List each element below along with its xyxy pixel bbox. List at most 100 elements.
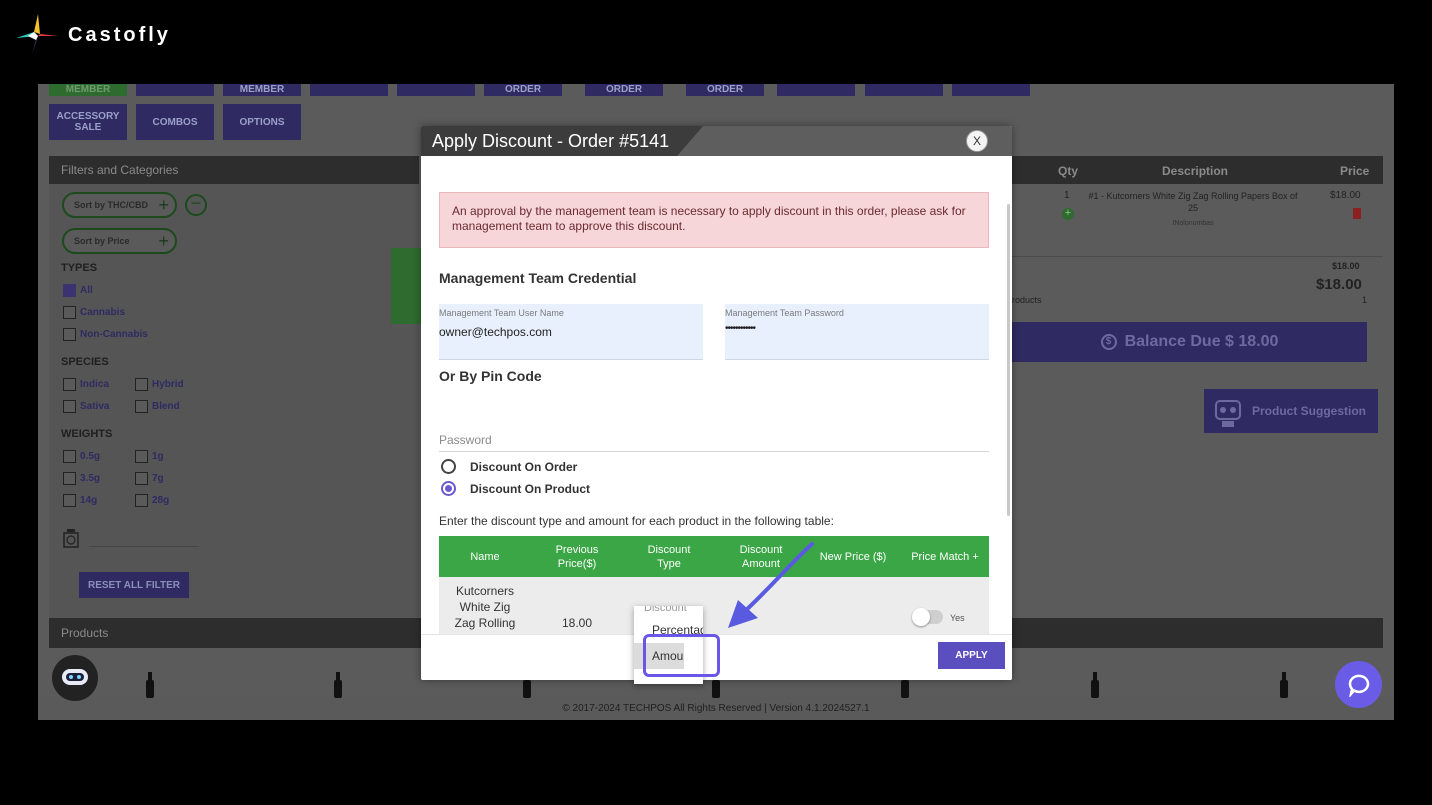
- tile-order-3[interactable]: ORDER: [686, 84, 764, 96]
- highlight-box: [643, 634, 720, 677]
- cart-item-desc: #1 - Kutcorners White Zig Zag Rolling Pa…: [1088, 191, 1298, 213]
- type-non-cannabis-checkbox[interactable]: Non-Cannabis: [63, 328, 148, 341]
- product-suggestion-button[interactable]: Product Suggestion: [1204, 389, 1378, 433]
- toggle-yes-label: Yes: [950, 613, 965, 623]
- weight-checkbox[interactable]: 1g: [135, 450, 164, 463]
- weight-checkbox[interactable]: 0.5g: [63, 450, 100, 463]
- username-label: Management Team User Name: [439, 308, 564, 318]
- weight-label: 14g: [80, 495, 98, 506]
- cart-item-sub: INolonumbas: [1172, 220, 1214, 227]
- th-price-match: Price Match +: [911, 550, 979, 563]
- tile[interactable]: [777, 84, 855, 96]
- discount-on-product-label: Discount On Product: [470, 481, 590, 496]
- table-row: Kutcorners White Zig Zag Rolling 18.00 Y…: [439, 577, 989, 634]
- brand-name: Castofly: [68, 23, 171, 46]
- product-suggestion-label: Product Suggestion: [1252, 404, 1366, 418]
- checkbox-icon: [135, 378, 148, 391]
- product-bottle-icon[interactable]: [333, 672, 343, 698]
- chat-button[interactable]: [1335, 661, 1382, 708]
- subtotal-small: $18.00: [1332, 261, 1360, 271]
- weight-checkbox[interactable]: 28g: [135, 494, 169, 507]
- checkbox-checked-icon: [63, 284, 76, 297]
- product-bottle-icon[interactable]: [1279, 672, 1289, 698]
- col-qty: Qty: [1058, 164, 1079, 178]
- assistant-bot-button[interactable]: [52, 655, 98, 701]
- tile-combos[interactable]: COMBOS: [136, 104, 214, 140]
- discount-on-product-radio[interactable]: Discount On Product: [441, 481, 590, 496]
- delete-item-icon[interactable]: [1353, 208, 1361, 219]
- modal-scrollbar[interactable]: [1007, 204, 1010, 516]
- row-name: Kutcorners White Zig Zag Rolling: [454, 584, 516, 630]
- radio-unchecked-icon: [441, 459, 456, 474]
- weight-checkbox[interactable]: 3.5g: [63, 472, 100, 485]
- cart-header: Qty Description Price: [1008, 156, 1383, 184]
- species-hybrid-checkbox[interactable]: Hybrid: [135, 378, 184, 391]
- sort-price-label: Sort by Price: [74, 236, 130, 246]
- species-indica-checkbox[interactable]: Indica: [63, 378, 109, 391]
- weight-label: 0.5g: [80, 451, 101, 462]
- checkbox-icon: [63, 494, 76, 507]
- tile-order-2[interactable]: ORDER: [585, 84, 663, 96]
- tile[interactable]: [136, 84, 214, 96]
- weight-checkbox[interactable]: 7g: [135, 472, 164, 485]
- weight-label: 3.5g: [80, 473, 101, 484]
- tile[interactable]: [865, 84, 943, 96]
- tile-options[interactable]: OPTIONS: [223, 104, 301, 140]
- type-cannabis-checkbox[interactable]: Cannabis: [63, 306, 125, 319]
- apply-button[interactable]: APPLY: [938, 642, 1005, 669]
- th-discount-type: Discount Type: [647, 543, 691, 570]
- reset-all-filter-button[interactable]: RESET ALL FILTER: [79, 572, 189, 598]
- add-qty-icon[interactable]: +: [1062, 208, 1074, 220]
- chat-icon: [1348, 674, 1369, 697]
- tile-member-2[interactable]: MEMBER: [223, 84, 301, 96]
- checkbox-icon: [63, 450, 76, 463]
- species-label: Sativa: [80, 401, 110, 412]
- balance-due-button[interactable]: $ Balance Due $ 18.00: [1012, 322, 1367, 362]
- tile[interactable]: [952, 84, 1030, 96]
- row-prev-price: 18.00: [561, 616, 593, 630]
- pointer-arrow-icon: [728, 542, 814, 628]
- weight-slider-track[interactable]: [89, 546, 199, 547]
- type-all-checkbox[interactable]: All: [63, 284, 93, 297]
- minus-icon[interactable]: −: [185, 194, 207, 216]
- species-label: Blend: [152, 401, 180, 412]
- modal-header: Apply Discount - Order #5141 X: [421, 126, 1012, 156]
- checkbox-icon: [63, 306, 76, 319]
- checkbox-icon: [135, 450, 148, 463]
- discount-on-order-radio[interactable]: Discount On Order: [441, 459, 577, 474]
- weight-label: 1g: [152, 451, 164, 462]
- species-sativa-checkbox[interactable]: Sativa: [63, 400, 109, 413]
- sort-thc-button[interactable]: Sort by THC/CBD +: [62, 192, 177, 218]
- tile-member[interactable]: MEMBER: [49, 84, 127, 96]
- weight-checkbox[interactable]: 14g: [63, 494, 97, 507]
- species-label: Indica: [80, 379, 109, 390]
- brand: Castofly: [14, 14, 171, 56]
- dropdown-ghost-text: Discount: [644, 606, 687, 614]
- species-blend-checkbox[interactable]: Blend: [135, 400, 180, 413]
- radio-checked-icon: [441, 481, 456, 496]
- product-bottle-icon[interactable]: [145, 672, 155, 698]
- balance-due-label: Balance Due $ 18.00: [1124, 333, 1279, 350]
- tile[interactable]: [397, 84, 475, 96]
- green-card: [391, 248, 421, 324]
- weights-title: WEIGHTS: [61, 428, 113, 440]
- password-field[interactable]: Management Team Password ••••••••••••: [725, 304, 989, 360]
- sort-price-button[interactable]: Sort by Price +: [62, 228, 177, 254]
- robot-icon: [1215, 400, 1241, 427]
- type-non-cannabis-label: Non-Cannabis: [80, 329, 148, 340]
- type-all-label: All: [80, 285, 93, 296]
- tile-accessory-sale[interactable]: ACCESSORY SALE: [49, 104, 127, 140]
- weight-label: 7g: [152, 473, 164, 484]
- footer: © 2017-2024 TECHPOS All Rights Reserved …: [38, 697, 1394, 720]
- tile[interactable]: [310, 84, 388, 96]
- approval-alert: An approval by the management team is ne…: [439, 192, 989, 248]
- close-button[interactable]: X: [966, 130, 988, 152]
- checkbox-icon: [135, 494, 148, 507]
- price-match-toggle[interactable]: [912, 608, 943, 626]
- username-field[interactable]: Management Team User Name owner@techpos.…: [439, 304, 703, 360]
- tile-order[interactable]: ORDER: [484, 84, 562, 96]
- product-bottle-icon[interactable]: [1090, 672, 1100, 698]
- pin-code-input[interactable]: Password: [439, 426, 989, 452]
- th-previous-price: Previous Price($): [555, 543, 599, 570]
- scale-weight-icon[interactable]: [62, 528, 80, 548]
